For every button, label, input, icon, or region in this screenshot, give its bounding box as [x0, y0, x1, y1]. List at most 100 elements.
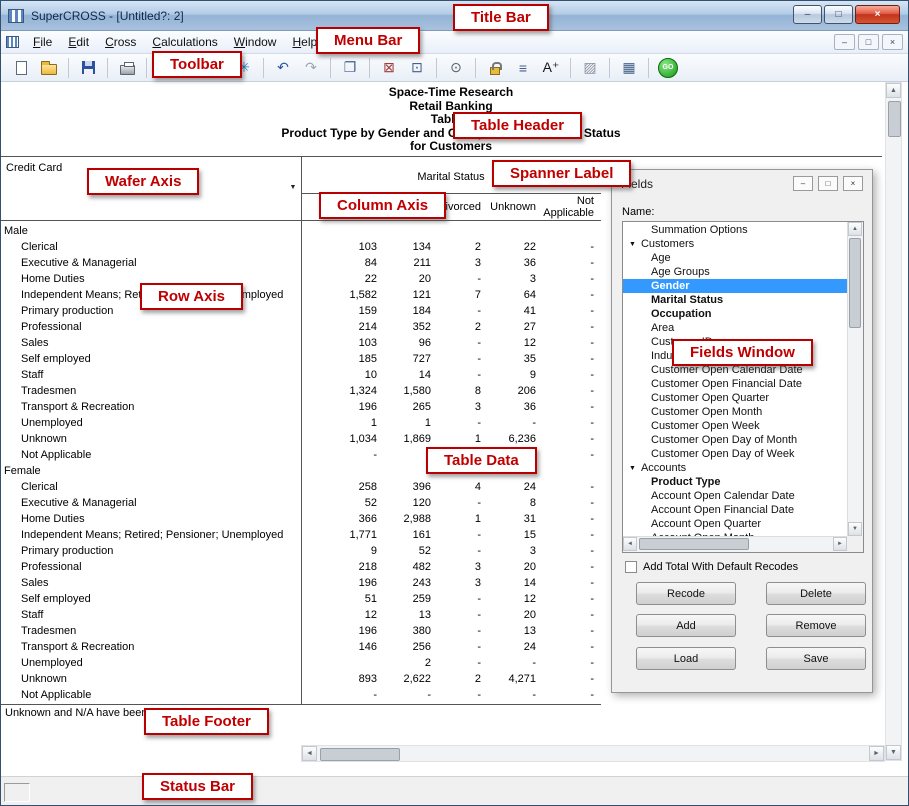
fields-save-button[interactable]: Save	[766, 647, 866, 670]
data-cell[interactable]: -	[538, 447, 596, 463]
open-icon[interactable]	[36, 56, 62, 79]
vertical-scrollbar[interactable]: ▲ ▼	[885, 82, 902, 761]
menu-calculations[interactable]: Calculations	[144, 32, 225, 52]
data-cell[interactable]: 103	[301, 335, 379, 351]
data-cell[interactable]: 20	[483, 607, 538, 623]
data-cell[interactable]: 259	[379, 591, 433, 607]
data-cell[interactable]: 185	[301, 351, 379, 367]
data-cell[interactable]: 4	[433, 479, 483, 495]
menu-cross[interactable]: Cross	[97, 32, 144, 52]
data-cell[interactable]: -	[483, 415, 538, 431]
row-label[interactable]: Executive & Managerial	[1, 255, 301, 271]
data-cell[interactable]: -	[538, 623, 596, 639]
row-label[interactable]: Unknown	[1, 671, 301, 687]
data-cell[interactable]: 12	[483, 591, 538, 607]
data-cell[interactable]: 2	[379, 655, 433, 671]
row-label[interactable]: Not Applicable	[1, 687, 301, 703]
data-cell[interactable]: 243	[379, 575, 433, 591]
data-cell[interactable]: -	[433, 527, 483, 543]
data-cell[interactable]: 1,034	[301, 431, 379, 447]
row-label[interactable]: Clerical	[1, 239, 301, 255]
lock-icon[interactable]	[482, 56, 508, 79]
data-cell[interactable]: 7	[433, 287, 483, 303]
row-label[interactable]: Tradesmen	[1, 623, 301, 639]
data-cell[interactable]: 366	[301, 511, 379, 527]
data-cell[interactable]: 206	[483, 383, 538, 399]
data-cell[interactable]: 211	[379, 255, 433, 271]
data-cell[interactable]: -	[538, 495, 596, 511]
field-item[interactable]: Area	[623, 321, 847, 335]
row-label[interactable]: Tradesmen	[1, 383, 301, 399]
add-total-checkbox-row[interactable]: Add Total With Default Recodes	[625, 561, 798, 573]
wafer-axis-label[interactable]: Credit Card	[6, 162, 62, 174]
data-cell[interactable]: -	[538, 367, 596, 383]
row-label[interactable]: Professional	[1, 319, 301, 335]
data-cell[interactable]: 9	[301, 543, 379, 559]
data-cell[interactable]: 256	[379, 639, 433, 655]
maximize-button[interactable]: □	[824, 5, 853, 24]
data-cell[interactable]: 51	[301, 591, 379, 607]
field-item[interactable]: Product Type	[623, 475, 847, 489]
row-label[interactable]: Independent Means; Retired; Pensioner; U…	[1, 527, 301, 543]
horizontal-scroll-thumb[interactable]	[320, 748, 400, 761]
field-item[interactable]: Age	[623, 251, 847, 265]
data-cell[interactable]: 4,271	[483, 671, 538, 687]
field-item[interactable]: Customer Open Quarter	[623, 391, 847, 405]
add-total-checkbox[interactable]	[625, 561, 637, 573]
data-cell[interactable]: 13	[379, 607, 433, 623]
expander-icon[interactable]: ▼	[629, 241, 636, 248]
row-label[interactable]: Unemployed	[1, 415, 301, 431]
data-cell[interactable]: 352	[379, 319, 433, 335]
column-header[interactable]: Not Applicable	[538, 195, 596, 219]
data-cell[interactable]: 103	[301, 239, 379, 255]
data-cell[interactable]: 1	[433, 431, 483, 447]
fields-delete-button[interactable]: Delete	[766, 582, 866, 605]
data-cell[interactable]: 1	[301, 415, 379, 431]
data-cell[interactable]: 6,236	[483, 431, 538, 447]
new-table-icon[interactable]	[8, 56, 34, 79]
insert-derivation-icon[interactable]: ▦	[616, 56, 642, 79]
data-cell[interactable]: -	[538, 351, 596, 367]
data-cell[interactable]: -	[433, 543, 483, 559]
fields-remove-button[interactable]: Remove	[766, 614, 866, 637]
data-cell[interactable]: 20	[483, 559, 538, 575]
data-cell[interactable]: 1,580	[379, 383, 433, 399]
data-cell[interactable]: 12	[483, 335, 538, 351]
row-label[interactable]: Home Duties	[1, 511, 301, 527]
data-cell[interactable]: 196	[301, 399, 379, 415]
data-cell[interactable]: 14	[379, 367, 433, 383]
data-cell[interactable]: -	[433, 495, 483, 511]
data-cell[interactable]: 159	[301, 303, 379, 319]
row-label[interactable]: Staff	[1, 607, 301, 623]
data-cell[interactable]: -	[538, 671, 596, 687]
mdi-minimize-button[interactable]: –	[834, 34, 855, 50]
data-cell[interactable]: -	[538, 255, 596, 271]
field-item[interactable]: ▼Accounts	[623, 461, 847, 475]
data-cell[interactable]: 27	[483, 319, 538, 335]
data-cell[interactable]: 120	[379, 495, 433, 511]
data-cell[interactable]: -	[433, 623, 483, 639]
record-view-icon[interactable]: ⊙	[443, 56, 469, 79]
data-cell[interactable]: -	[483, 687, 538, 703]
minimize-button[interactable]: –	[793, 5, 822, 24]
row-label[interactable]: Unemployed	[1, 655, 301, 671]
field-order-icon[interactable]: ≡	[510, 56, 536, 79]
row-label[interactable]: Executive & Managerial	[1, 495, 301, 511]
scroll-left-icon[interactable]: ◄	[302, 746, 317, 761]
data-cell[interactable]: -	[538, 335, 596, 351]
data-cell[interactable]: 41	[483, 303, 538, 319]
data-cell[interactable]: -	[538, 639, 596, 655]
row-label[interactable]: Self employed	[1, 591, 301, 607]
fields-load-button[interactable]: Load	[636, 647, 736, 670]
redo-icon[interactable]: ↷	[298, 56, 324, 79]
data-cell[interactable]: 1,771	[301, 527, 379, 543]
close-button[interactable]: ×	[855, 5, 900, 24]
data-cell[interactable]: -	[433, 335, 483, 351]
data-cell[interactable]: 258	[301, 479, 379, 495]
row-label[interactable]: Transport & Recreation	[1, 399, 301, 415]
data-cell[interactable]: 2	[433, 671, 483, 687]
data-cell[interactable]: 2,988	[379, 511, 433, 527]
scroll-down-icon[interactable]: ▼	[848, 522, 862, 536]
data-cell[interactable]: 22	[301, 271, 379, 287]
data-cell[interactable]: 3	[433, 559, 483, 575]
